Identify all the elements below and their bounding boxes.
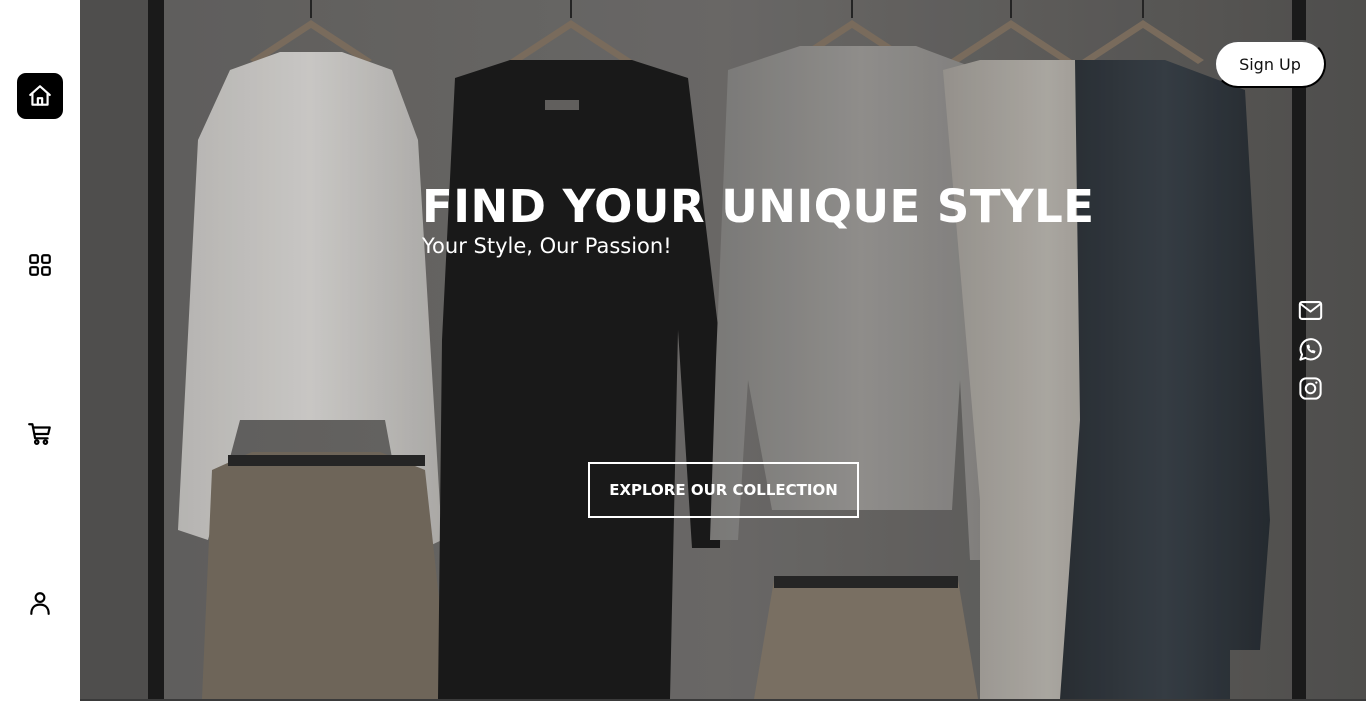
mail-link[interactable] bbox=[1296, 296, 1324, 324]
home-icon bbox=[29, 85, 51, 106]
whatsapp-link[interactable] bbox=[1296, 335, 1324, 363]
sidebar bbox=[0, 0, 80, 701]
hero-title: FIND YOUR UNIQUE STYLE bbox=[422, 180, 1095, 233]
nav-account[interactable] bbox=[17, 580, 63, 626]
user-icon bbox=[30, 592, 50, 615]
whatsapp-icon bbox=[1298, 337, 1322, 361]
nav-home[interactable] bbox=[17, 73, 63, 119]
cart-icon bbox=[28, 423, 51, 445]
instagram-link[interactable] bbox=[1296, 374, 1324, 402]
mail-icon bbox=[1298, 300, 1322, 320]
instagram-icon bbox=[1298, 376, 1322, 400]
sign-up-button[interactable]: Sign Up bbox=[1214, 40, 1326, 88]
hero-overlay bbox=[80, 0, 1366, 699]
hero-section: FIND YOUR UNIQUE STYLE Your Style, Our P… bbox=[80, 0, 1366, 699]
grid-icon bbox=[29, 254, 51, 276]
nav-cart[interactable] bbox=[17, 411, 63, 457]
hero-subtitle: Your Style, Our Passion! bbox=[422, 234, 672, 258]
nav-catalog[interactable] bbox=[17, 242, 63, 288]
explore-collection-button[interactable]: EXPLORE OUR COLLECTION bbox=[588, 462, 859, 518]
